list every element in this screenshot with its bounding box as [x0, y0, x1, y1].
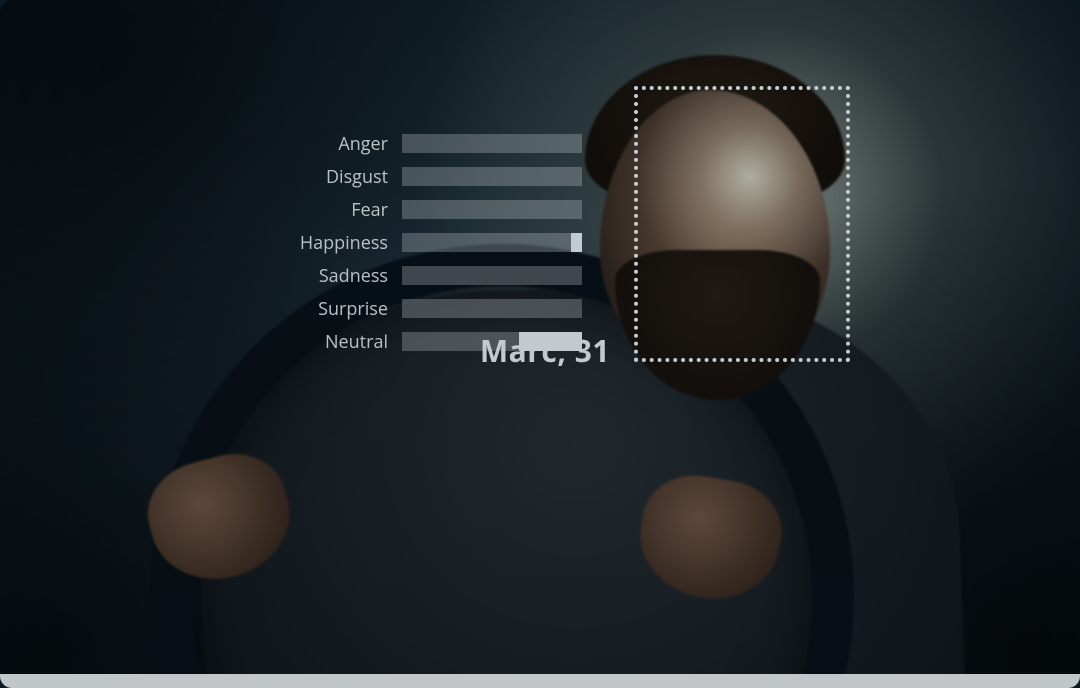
emotion-bar-fill — [571, 233, 582, 252]
emotion-row: Surprise — [260, 299, 596, 318]
emotion-row: Sadness — [260, 266, 596, 285]
emotion-bar-track — [402, 233, 582, 252]
scene-photo: Marc, 31 AngerDisgustFearHappinessSadnes… — [0, 0, 1080, 688]
emotion-bar-track — [402, 200, 582, 219]
emotion-row: Anger — [260, 134, 596, 153]
emotion-bar-track — [402, 167, 582, 186]
face-bounding-box — [634, 86, 850, 362]
emotion-row: Neutral — [260, 332, 596, 351]
hud-overlay: Marc, 31 AngerDisgustFearHappinessSadnes… — [260, 86, 850, 371]
emotion-bars: Anger Disgust Fear Happiness Sadness Surprise… — [260, 134, 596, 351]
emotion-label: Neutral — [260, 330, 388, 354]
emotion-bar-track — [402, 299, 582, 318]
emotion-row: Fear — [260, 200, 596, 219]
emotion-label: Anger — [260, 132, 388, 156]
emotion-label: Sadness — [260, 264, 388, 288]
emotion-bar-track — [402, 266, 582, 285]
emotion-bar-track — [402, 332, 582, 351]
emotion-bar-track — [402, 134, 582, 153]
emotion-row: Happiness — [260, 233, 596, 252]
emotion-bar-fill — [519, 332, 582, 351]
emotion-label: Surprise — [260, 297, 388, 321]
emotion-label: Fear — [260, 198, 388, 222]
emotion-row: Disgust — [260, 167, 596, 186]
emotion-label: Disgust — [260, 165, 388, 189]
emotion-label: Happiness — [260, 231, 388, 255]
bottom-crop-strip — [0, 674, 1080, 688]
